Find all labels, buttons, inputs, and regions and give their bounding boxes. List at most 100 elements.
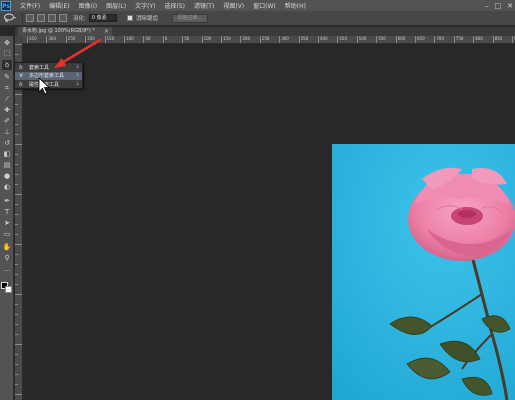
vertical-ruler[interactable] [15,44,23,400]
ruler-tick [15,274,18,275]
quick-select-icon[interactable]: ✎ [2,72,12,82]
ruler-tick: 300 [279,36,289,43]
intersect-selection-icon[interactable] [59,14,67,22]
ruler-tick [15,194,22,195]
ruler-tick: 400 [318,36,328,43]
ruler-tick: 550 [376,36,386,43]
gradient-icon[interactable]: ▤ [2,160,12,170]
ruler-tick-label: 350 [29,36,37,41]
ruler-tick-label: 300 [281,36,289,41]
history-brush-icon[interactable]: ↺ [2,138,12,148]
ruler-tick-label: 650 [417,36,425,41]
menu-file[interactable]: 文件(F) [20,1,40,10]
move-icon[interactable]: ✥ [2,38,12,48]
menu-edit[interactable]: 编辑(E) [49,1,69,10]
document-canvas-image[interactable] [332,144,515,400]
close-window-icon[interactable]: ✕ [507,2,513,10]
ruler-tick [15,244,22,245]
ruler-tick: 200 [240,36,250,43]
new-selection-icon[interactable] [26,14,34,22]
shape-icon[interactable]: ▭ [2,229,12,239]
edit-toolbar-icon[interactable]: … [2,264,12,274]
ruler-tick [15,364,18,365]
eyedropper-icon[interactable]: ⁄ [2,94,12,104]
marquee-icon[interactable]: ⬚ [2,48,12,58]
path-select-icon[interactable]: ➤ [2,218,12,228]
magnetic-lasso-icon: ꝺ [19,80,23,88]
ruler-tick [15,94,22,95]
ruler-tick [15,144,22,145]
crop-icon[interactable]: ⌗ [2,83,12,93]
lasso-icon: ꝺ [19,63,23,71]
menu-window[interactable]: 窗口(W) [253,1,276,10]
hand-icon[interactable]: ✋ [2,242,12,252]
ruler-tick [15,154,18,155]
background-color-swatch[interactable] [5,286,12,293]
menu-select[interactable]: 选择(S) [164,1,185,10]
ruler-tick-label: 550 [378,36,386,41]
ruler-tick-label: 50 [184,36,190,41]
ruler-tick [15,234,18,235]
healing-icon[interactable]: ✚ [2,105,12,115]
brush-icon[interactable]: ✐ [2,116,12,126]
ruler-tick-label: 50 [145,36,151,41]
lasso-preset-icon[interactable] [3,13,17,23]
ruler-tick [15,324,18,325]
ruler-tick [15,284,18,285]
stamp-icon[interactable]: ⊥ [2,127,12,137]
blur-icon[interactable]: ● [2,171,12,181]
mouse-cursor-icon [38,77,51,95]
ruler-tick: 300 [46,36,56,43]
antialias-checkbox[interactable] [126,15,133,21]
menu-view[interactable]: 视图(V) [223,1,244,10]
photoshop-logo: Ps [1,0,11,11]
type-icon[interactable]: T [2,207,12,217]
ruler-tick-label: 800 [475,36,483,41]
zoom-icon[interactable]: ⚲ [2,253,12,263]
ruler-tick: 750 [453,36,463,43]
menu-image[interactable]: 图像(I) [79,1,97,10]
menu-filter[interactable]: 滤镜(T) [194,1,214,10]
maximize-icon[interactable]: □ [495,2,502,10]
lasso-icon[interactable]: ꝺ [2,60,12,70]
ruler-tick [15,104,18,105]
flyout-item-shortcut: L [76,81,79,87]
menu-help[interactable]: 帮助(H) [285,1,306,10]
rose-photo [332,144,515,400]
ruler-tick-label: 850 [494,36,503,41]
ruler-tick-label: 100 [203,36,212,41]
dodge-icon[interactable]: ◐ [2,182,12,192]
subtract-selection-icon[interactable] [48,14,56,22]
ruler-tick: 50 [143,36,150,43]
eraser-icon[interactable]: ◧ [2,149,12,159]
add-selection-icon[interactable] [37,14,45,22]
document-tab-title: 青水粉.jpg @ 100%(RGB/8*) * [22,28,95,34]
ruler-tick: 600 [395,36,405,43]
ruler-tick: 900 [512,36,515,43]
menu-layer[interactable]: 图层(L) [106,1,126,10]
menu-bar: Ps 文件(F) 编辑(E) 图像(I) 图层(L) 文字(Y) 选择(S) 滤… [0,0,515,11]
menu-type[interactable]: 文字(Y) [135,1,155,10]
ruler-tick: 100 [124,36,134,43]
ruler-tick: 250 [259,36,269,43]
document-tab-bar: 青水粉.jpg @ 100%(RGB/8*) * × [15,27,515,36]
polygonal-lasso-icon: ⋎ [19,72,24,79]
ruler-tick [15,224,18,225]
ruler-tick-label: 700 [436,36,445,41]
flyout-item-label: 套索工具 [29,64,50,71]
document-tab[interactable]: 青水粉.jpg @ 100%(RGB/8*) * × [18,27,112,36]
ruler-tick [15,184,18,185]
pen-icon[interactable]: ✒ [2,196,12,206]
ruler-tick: 800 [473,36,483,43]
ruler-tick-label: 250 [261,36,270,41]
tab-close-icon[interactable]: × [104,27,109,36]
ruler-origin[interactable] [15,36,23,44]
ruler-tick [15,134,18,135]
ruler-tick [15,124,18,125]
minimize-icon[interactable]: – [485,2,489,10]
ruler-tick-label: 400 [320,36,328,41]
refine-edge-button[interactable]: 调整边缘... [171,13,208,23]
feather-input[interactable]: 0 像素 [88,14,117,22]
ruler-tick [15,344,22,345]
ruler-tick-label: 750 [455,36,464,41]
